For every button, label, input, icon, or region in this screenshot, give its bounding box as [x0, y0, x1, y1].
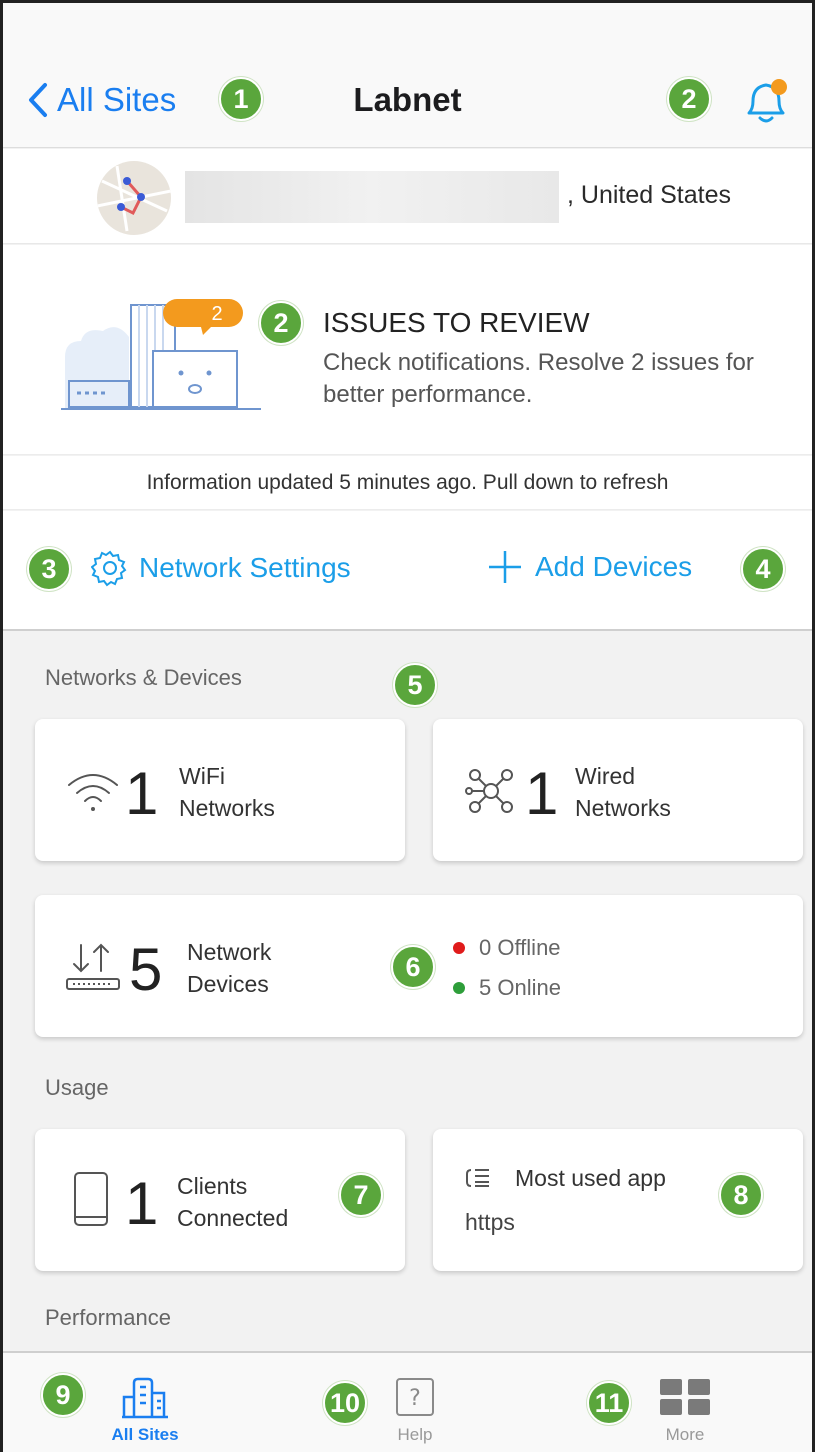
bottom-tab-bar: 9 All Sites 10 ? Help 11 More [3, 1351, 812, 1452]
devices-label-line2: Devices [187, 971, 269, 997]
callout-5: 5 [393, 663, 437, 707]
network-settings-label: Network Settings [139, 552, 351, 583]
offline-dot [453, 942, 465, 954]
callout-2-issues: 2 [259, 301, 303, 345]
wifi-count: 1 [125, 760, 159, 827]
network-topology-icon [465, 769, 513, 813]
network-settings-button[interactable]: Network Settings [91, 549, 351, 587]
buildings-icon [122, 1377, 168, 1419]
wired-label-line2: Networks [575, 795, 671, 821]
tab-more-label: More [665, 1425, 705, 1444]
callout-6: 6 [391, 945, 435, 989]
bell-icon [747, 79, 787, 123]
add-devices-button[interactable]: Add Devices [487, 549, 692, 585]
issues-count-bubble: 2 [211, 303, 223, 325]
clients-count: 1 [125, 1170, 159, 1237]
app-list-icon [466, 1169, 489, 1187]
callout-11: 11 [587, 1381, 631, 1425]
wifi-label-line1: WiFi [179, 763, 225, 789]
callout-9: 9 [41, 1373, 85, 1417]
navigation-bar: All Sites 1 Labnet 2 [3, 3, 812, 148]
wifi-label-line2: Networks [179, 795, 275, 821]
back-label: All Sites [57, 81, 177, 118]
issues-title: ISSUES TO REVIEW [323, 307, 590, 338]
callout-4: 4 [741, 547, 785, 591]
gear-icon [91, 550, 127, 587]
wifi-networks-card[interactable]: 1 WiFi Networks [35, 719, 405, 861]
tab-all-sites-label: All Sites [111, 1425, 179, 1444]
add-devices-label: Add Devices [535, 551, 693, 582]
offline-count: 0 Offline [479, 935, 561, 960]
switch-icon [66, 943, 120, 990]
chevron-left-icon [29, 83, 47, 117]
callout-1: 1 [219, 77, 263, 121]
map-thumbnail [97, 161, 171, 235]
most-used-app-value: https [465, 1209, 515, 1235]
online-dot [453, 982, 465, 994]
issues-description: Check notifications. Resolve 2 issues fo… [323, 349, 754, 408]
performance-section-label: Performance [45, 1305, 171, 1330]
online-count: 5 Online [479, 975, 561, 1000]
svg-text:?: ? [409, 1386, 421, 1411]
notifications-button[interactable] [739, 75, 793, 134]
callout-3: 3 [27, 547, 71, 591]
tab-help[interactable]: ? Help [365, 1375, 465, 1445]
grid-icon [660, 1379, 710, 1415]
site-country: , United States [567, 181, 731, 209]
callout-10: 10 [323, 1381, 367, 1425]
tab-help-label: Help [397, 1425, 433, 1444]
wired-count: 1 [525, 760, 559, 827]
wifi-icon [68, 774, 118, 811]
most-used-app-label: Most used app [515, 1165, 666, 1191]
plus-icon [489, 551, 521, 583]
back-to-all-sites-button[interactable]: All Sites [27, 81, 176, 119]
building-illustration: 2 [61, 297, 261, 417]
wired-label-line1: Wired [575, 763, 636, 789]
callout-7: 7 [339, 1173, 383, 1217]
online-status: 5 Online [453, 975, 561, 1001]
tab-more[interactable]: More [635, 1375, 735, 1445]
offline-status: 0 Offline [453, 935, 561, 961]
redacted-address [185, 171, 559, 223]
clients-label-line2: Connected [177, 1205, 289, 1231]
networks-devices-section-label: Networks & Devices [45, 665, 242, 690]
callout-2-bell: 2 [667, 77, 711, 121]
usage-section-label: Usage [45, 1075, 109, 1100]
refresh-status: Information updated 5 minutes ago. Pull … [3, 456, 812, 510]
site-location-row[interactable]: , United States [3, 149, 812, 244]
wired-networks-card[interactable]: 1 Wired Networks [433, 719, 803, 861]
app-screen: All Sites 1 Labnet 2 , United States 2 2… [0, 0, 815, 1452]
issues-banner[interactable]: 2 2 ISSUES TO REVIEW Check notifications… [3, 245, 812, 455]
tab-all-sites[interactable]: All Sites [95, 1375, 195, 1445]
callout-8: 8 [719, 1173, 763, 1217]
devices-count: 5 [129, 936, 163, 1003]
tablet-icon [74, 1172, 108, 1226]
clients-label-line1: Clients [177, 1173, 248, 1199]
devices-label-line1: Network [187, 939, 272, 965]
question-icon: ? [396, 1378, 434, 1416]
quick-actions: 3 Network Settings Add Devices 4 [3, 511, 812, 631]
